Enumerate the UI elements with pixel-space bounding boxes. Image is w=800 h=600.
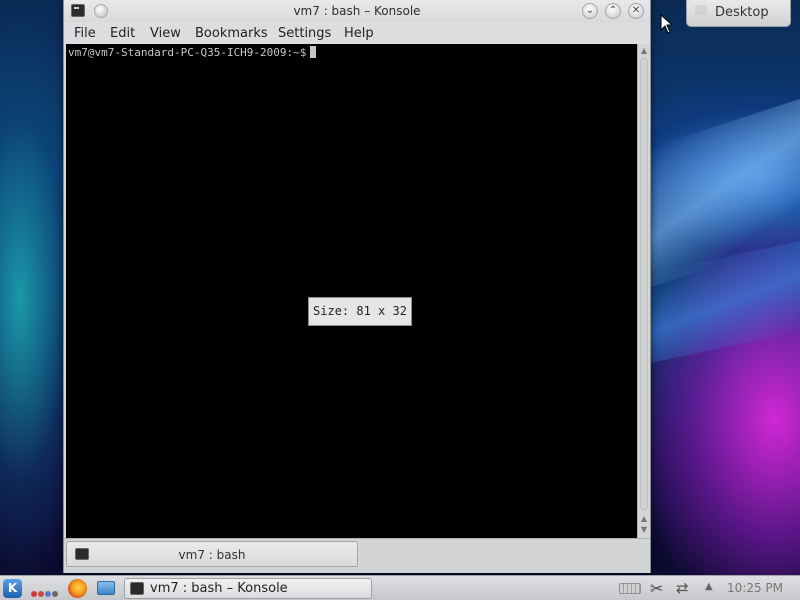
scroll-up-arrow-icon[interactable]: ▲	[639, 514, 649, 524]
terminal-scrollbar[interactable]: ▲ ▲ ▼	[637, 44, 650, 538]
menu-file[interactable]: File	[74, 26, 96, 41]
scroll-up-arrow-icon[interactable]: ▲	[639, 46, 649, 56]
taskbar-panel: K vm7 : bash – Konsole ✂ ⇄ ▲ 10:25 PM	[0, 575, 800, 600]
activity-dot	[38, 591, 44, 597]
clock[interactable]: 10:25 PM	[727, 581, 783, 595]
maximize-button[interactable]: ⌃	[605, 3, 621, 19]
close-button[interactable]: ✕	[628, 3, 644, 19]
session-tabbar: vm7 : bash	[64, 538, 650, 573]
menu-edit[interactable]: Edit	[110, 26, 135, 41]
network-icon[interactable]: ⇄	[676, 580, 696, 597]
taskbar-task-konsole[interactable]: vm7 : bash – Konsole	[124, 578, 372, 599]
activity-dot	[52, 591, 58, 597]
session-tab-label: vm7 : bash	[178, 548, 246, 562]
mouse-pointer-icon	[660, 14, 674, 34]
activities-icon[interactable]	[31, 586, 59, 600]
desktop-widget-icon	[695, 5, 707, 15]
menu-settings[interactable]: Settings	[278, 26, 331, 41]
scroll-down-arrow-icon[interactable]: ▼	[639, 525, 649, 535]
expand-tray-icon[interactable]: ▲	[705, 581, 713, 592]
terminal-size-popup: Size: 81 x 32	[308, 297, 412, 326]
activity-dot	[31, 591, 37, 597]
menubar: File Edit View Bookmarks Settings Help	[64, 22, 650, 44]
klipper-icon[interactable]: ✂	[650, 579, 666, 598]
minimize-button[interactable]: ⌄	[582, 3, 598, 19]
konsole-window[interactable]: vm7 : bash – Konsole ⌄ ⌃ ✕ File Edit Vie…	[63, 0, 651, 573]
terminal-task-icon	[130, 582, 144, 595]
desktop-folder-widget[interactable]: Desktop	[686, 0, 791, 27]
kickoff-icon[interactable]: K	[3, 579, 22, 598]
menu-help[interactable]: Help	[344, 26, 374, 41]
window-title: vm7 : bash – Konsole	[293, 4, 421, 18]
shell-prompt: vm7@vm7-Standard-PC-Q35-ICH9-2009:~$	[68, 46, 317, 59]
desktop-widget-label: Desktop	[715, 5, 769, 20]
text-cursor	[310, 46, 317, 58]
firefox-icon[interactable]	[68, 579, 87, 598]
menu-bookmarks[interactable]: Bookmarks	[195, 26, 268, 41]
task-label: vm7 : bash – Konsole	[150, 581, 288, 596]
file-manager-icon[interactable]	[97, 581, 115, 595]
activity-dot	[45, 591, 51, 597]
prompt-text: vm7@vm7-Standard-PC-Q35-ICH9-2009:~$	[68, 46, 307, 59]
scrollbar-handle[interactable]	[640, 58, 648, 510]
terminal-area[interactable]: vm7@vm7-Standard-PC-Q35-ICH9-2009:~$ Siz…	[66, 44, 637, 538]
window-titlebar[interactable]: vm7 : bash – Konsole ⌄ ⌃ ✕	[64, 0, 650, 22]
session-tab[interactable]: vm7 : bash	[66, 541, 358, 567]
menu-view[interactable]: View	[150, 26, 181, 41]
keyboard-icon[interactable]	[619, 583, 641, 594]
